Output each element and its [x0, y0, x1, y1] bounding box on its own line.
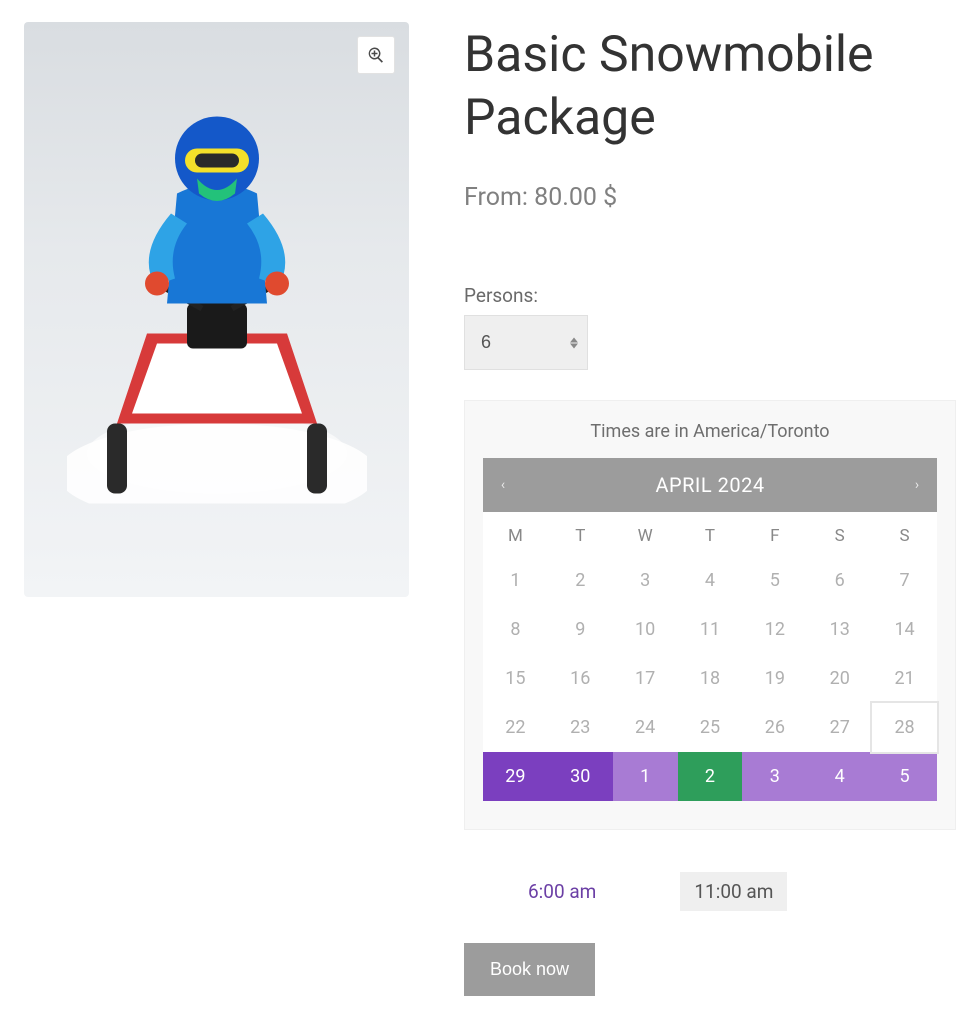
calendar-day: 21: [872, 654, 937, 703]
calendar-day: 28: [870, 701, 939, 754]
calendar-dow: T: [548, 512, 613, 556]
calendar-day: 2: [548, 556, 613, 605]
calendar-day: 13: [807, 605, 872, 654]
persons-label: Persons:: [464, 284, 956, 307]
calendar-day[interactable]: 3: [742, 752, 807, 801]
booking-calendar: Times are in America/Toronto ‹ APRIL 202…: [464, 400, 956, 830]
calendar-day[interactable]: 30: [548, 752, 613, 801]
time-slots: 6:00 am 11:00 am: [464, 872, 956, 911]
calendar-day: 20: [807, 654, 872, 703]
calendar-day: 27: [807, 703, 872, 752]
calendar-day: 18: [678, 654, 743, 703]
time-slot[interactable]: 6:00 am: [514, 872, 610, 911]
persons-field: Persons:: [464, 284, 956, 370]
calendar-day: 3: [613, 556, 678, 605]
calendar-day: 11: [678, 605, 743, 654]
zoom-in-icon: [367, 46, 385, 64]
calendar-day: 14: [872, 605, 937, 654]
calendar-day: 10: [613, 605, 678, 654]
calendar-day: 24: [613, 703, 678, 752]
zoom-button[interactable]: [357, 36, 395, 74]
time-slot[interactable]: 11:00 am: [680, 872, 787, 911]
calendar-day: 7: [872, 556, 937, 605]
calendar-day[interactable]: 2: [678, 752, 743, 801]
calendar-day: 8: [483, 605, 548, 654]
calendar-prev-button[interactable]: ‹: [483, 477, 523, 493]
calendar-day[interactable]: 5: [872, 752, 937, 801]
calendar-day[interactable]: 1: [613, 752, 678, 801]
calendar-header: ‹ APRIL 2024 ›: [483, 458, 937, 512]
product-price: From: 80.00 $: [464, 183, 956, 212]
calendar-day: 22: [483, 703, 548, 752]
calendar-day: 5: [742, 556, 807, 605]
calendar-day: 15: [483, 654, 548, 703]
calendar-dow: M: [483, 512, 548, 556]
calendar-day: 9: [548, 605, 613, 654]
calendar-day: 25: [678, 703, 743, 752]
product-details: Basic Snowmobile Package From: 80.00 $ P…: [464, 22, 956, 996]
product-illustration: [67, 73, 367, 503]
persons-input[interactable]: [464, 315, 588, 370]
product-image[interactable]: [24, 22, 409, 597]
calendar-month-label: APRIL 2024: [523, 473, 897, 497]
calendar-dow: F: [742, 512, 807, 556]
calendar-day: 26: [742, 703, 807, 752]
calendar-next-button[interactable]: ›: [897, 477, 937, 493]
book-now-button[interactable]: Book now: [464, 943, 595, 996]
calendar-dow: S: [807, 512, 872, 556]
calendar-dow: W: [613, 512, 678, 556]
calendar-day[interactable]: 4: [807, 752, 872, 801]
calendar-dow: T: [678, 512, 743, 556]
calendar-day: 19: [742, 654, 807, 703]
product-image-column: [24, 22, 409, 996]
timezone-note: Times are in America/Toronto: [465, 419, 955, 458]
calendar-day: 16: [548, 654, 613, 703]
product-title: Basic Snowmobile Package: [464, 24, 956, 149]
calendar-day: 17: [613, 654, 678, 703]
calendar-day: 12: [742, 605, 807, 654]
calendar-day: 1: [483, 556, 548, 605]
calendar-day: 6: [807, 556, 872, 605]
calendar-dow: S: [872, 512, 937, 556]
calendar-day: 23: [548, 703, 613, 752]
calendar-day[interactable]: 29: [483, 752, 548, 801]
calendar-day: 4: [678, 556, 743, 605]
